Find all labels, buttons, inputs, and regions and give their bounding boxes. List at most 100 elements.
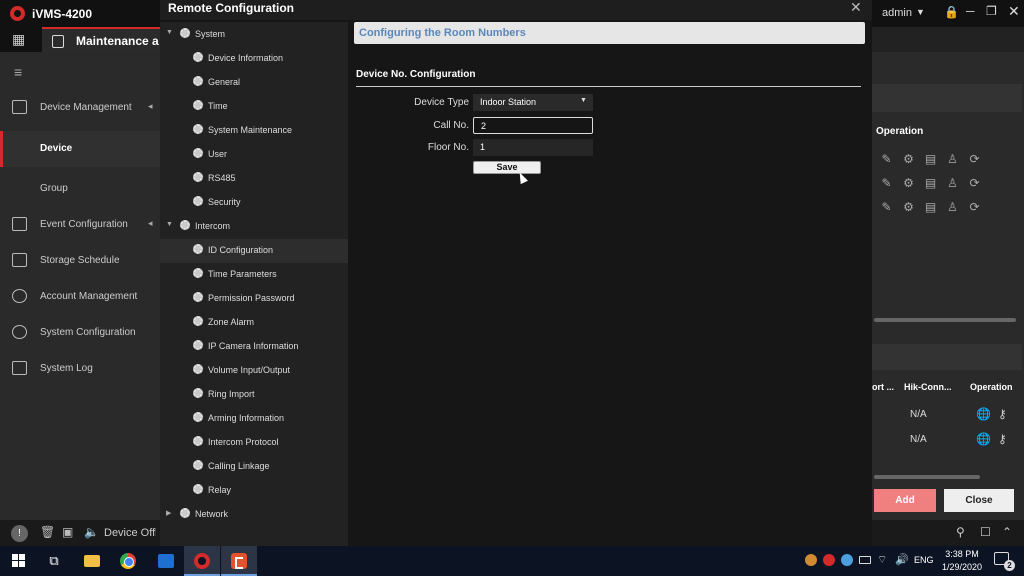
window-icon[interactable]: ☐ (980, 525, 991, 539)
tree-item-id-configuration[interactable]: ID Configuration (160, 239, 348, 263)
tree-item-device-information[interactable]: Device Information (160, 47, 348, 71)
tree-item-general[interactable]: General (160, 71, 348, 95)
task-view-icon[interactable]: ⧉ (36, 546, 72, 576)
tree-item-arming-information[interactable]: Arming Information (160, 407, 348, 431)
tree-item-calling-linkage[interactable]: Calling Linkage (160, 455, 348, 479)
image-icon[interactable]: ▣ (62, 525, 73, 539)
tray-chrome-icon[interactable] (841, 554, 853, 566)
sidebar-item-account-management[interactable]: Account Management (0, 279, 160, 315)
clock-date[interactable]: 1/29/2020 (938, 562, 986, 572)
collapse-arrow-icon[interactable]: ▶ (166, 509, 171, 517)
clock-time[interactable]: 3:38 PM (944, 549, 980, 559)
sidebar-item-group[interactable]: Group (0, 171, 160, 207)
sidebar-item-event-configuration[interactable]: Event Configuration ◂ (0, 207, 160, 243)
expand-arrow-icon[interactable]: ▼ (166, 29, 173, 36)
tab-maintenance[interactable]: Maintenance a (42, 27, 162, 52)
volume-icon[interactable]: 🔊 (895, 553, 909, 566)
key-icon[interactable]: ⚷ (998, 407, 1007, 421)
floor-no-label: Floor No. (427, 142, 469, 153)
edit-icon[interactable]: ✎ (880, 153, 893, 166)
horizontal-scrollbar[interactable] (874, 475, 980, 479)
tree-item-system-maintenance[interactable]: System Maintenance (160, 119, 348, 143)
sidebar-item-storage-schedule[interactable]: Storage Schedule (0, 243, 160, 279)
storage-icon[interactable]: ▤ (924, 153, 937, 166)
restore-icon[interactable]: ❐ (986, 4, 997, 18)
tree-item-time[interactable]: Time (160, 95, 348, 119)
call-no-input[interactable]: 2 (473, 117, 593, 134)
tree-item-rs485[interactable]: RS485 (160, 167, 348, 191)
expand-arrow-icon[interactable]: ▼ (166, 221, 173, 228)
refresh-icon[interactable]: ⟳ (968, 153, 981, 166)
sidebar-item-device[interactable]: Device (0, 131, 160, 167)
sidebar-item-device-management[interactable]: Device Management ◂ (0, 90, 160, 126)
chrome-button[interactable] (110, 546, 146, 576)
chevron-up-icon[interactable]: ⌃ (1002, 525, 1012, 539)
camtasia-taskbar-button[interactable] (221, 546, 257, 576)
tree-item-permission-password[interactable]: Permission Password (160, 287, 348, 311)
warning-icon[interactable]: ! (11, 525, 28, 542)
edit-icon[interactable]: ✎ (880, 177, 893, 190)
column-header[interactable]: Operation (970, 382, 1013, 392)
table-row[interactable]: N/A 🌐 ⚷ (872, 432, 1022, 448)
close-icon[interactable]: ✕ (850, 0, 862, 16)
sidebar-item-system-configuration[interactable]: System Configuration (0, 315, 160, 351)
close-icon[interactable]: ✕ (1008, 3, 1020, 20)
gear-icon[interactable]: ⚙ (902, 177, 915, 190)
tray-ivms-icon[interactable] (823, 554, 835, 566)
language-indicator[interactable]: ENG (914, 555, 934, 565)
sidebar-item-system-log[interactable]: System Log (0, 351, 160, 387)
refresh-icon[interactable]: ⟳ (968, 201, 981, 214)
file-explorer-button[interactable] (74, 546, 110, 576)
tree-item-intercom-protocol[interactable]: Intercom Protocol (160, 431, 348, 455)
tree-item-network[interactable]: ▶ Network (160, 503, 348, 527)
user-icon[interactable]: ♙ (946, 201, 959, 214)
add-button[interactable]: Add (874, 489, 936, 512)
tree-item-system[interactable]: ▼ System (160, 23, 348, 47)
gear-icon[interactable]: ⚙ (902, 201, 915, 214)
column-header[interactable]: Hik-Conn... (904, 382, 952, 392)
tree-item-security[interactable]: Security (160, 191, 348, 215)
battery-icon[interactable] (859, 556, 871, 564)
windows-logo-icon (12, 554, 25, 567)
table-row[interactable]: N/A 🌐 ⚷ (872, 407, 1022, 423)
tree-item-time-parameters[interactable]: Time Parameters (160, 263, 348, 287)
lock-icon[interactable]: 🔒 (944, 5, 959, 19)
tree-item-user[interactable]: User (160, 143, 348, 167)
tree-item-volume-input-output[interactable]: Volume Input/Output (160, 359, 348, 383)
user-icon[interactable]: ♙ (946, 177, 959, 190)
wifi-icon[interactable]: ⌔ (877, 553, 887, 567)
start-button[interactable] (0, 546, 36, 576)
device-type-select[interactable]: Indoor Station ▼ (473, 94, 593, 111)
storage-icon[interactable]: ▤ (924, 177, 937, 190)
pin-icon[interactable]: ⚲ (956, 525, 965, 539)
tray-app-icon[interactable] (805, 554, 817, 566)
floor-no-input[interactable]: 1 (473, 139, 593, 156)
grid-menu-icon[interactable]: ▦ (12, 31, 25, 48)
column-header[interactable]: ort ... (872, 382, 894, 392)
tree-item-relay[interactable]: Relay (160, 479, 348, 503)
dialog-titlebar[interactable]: Remote Configuration ✕ (160, 0, 872, 20)
ivms-taskbar-button[interactable] (184, 546, 220, 576)
trash-icon[interactable]: 🗑 (40, 525, 55, 539)
user-menu[interactable]: admin (882, 7, 912, 19)
chevron-down-icon[interactable]: ▼ (916, 7, 925, 17)
tree-item-ring-import[interactable]: Ring Import (160, 383, 348, 407)
globe-icon[interactable]: 🌐 (976, 432, 991, 446)
outlook-button[interactable] (148, 546, 184, 576)
refresh-icon[interactable]: ⟳ (968, 177, 981, 190)
tree-item-ip-camera-information[interactable]: IP Camera Information (160, 335, 348, 359)
storage-icon[interactable]: ▤ (924, 201, 937, 214)
hamburger-menu-icon[interactable]: ≡ (14, 64, 22, 80)
horizontal-scrollbar[interactable] (874, 318, 1016, 322)
minimize-icon[interactable]: ─ (966, 4, 975, 18)
globe-icon[interactable]: 🌐 (976, 407, 991, 421)
edit-icon[interactable]: ✎ (880, 201, 893, 214)
tree-item-intercom[interactable]: ▼ Intercom (160, 215, 348, 239)
gear-icon[interactable]: ⚙ (902, 153, 915, 166)
close-button[interactable]: Close (944, 489, 1014, 512)
key-icon[interactable]: ⚷ (998, 432, 1007, 446)
save-button[interactable]: Save (473, 161, 541, 174)
tree-item-zone-alarm[interactable]: Zone Alarm (160, 311, 348, 335)
speaker-mute-icon[interactable]: 🔈 (84, 525, 99, 539)
user-icon[interactable]: ♙ (946, 153, 959, 166)
